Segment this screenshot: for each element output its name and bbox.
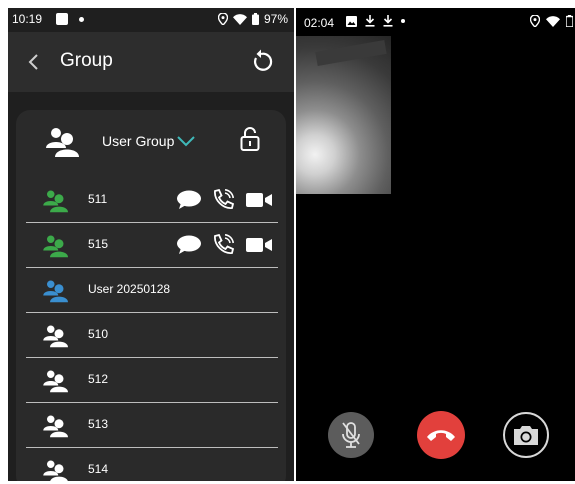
- group-card: User Group 511 515 User 20250128 510 512 513 5…: [16, 110, 286, 481]
- location-icon: [530, 15, 540, 27]
- status-time: 10:19: [12, 12, 43, 26]
- group-screen: 10:19 97% Group User Group 511 515 User …: [8, 8, 294, 481]
- location-icon: [217, 13, 228, 25]
- status-time: 02:04: [304, 16, 335, 30]
- mic-off-icon: [342, 422, 360, 448]
- hangup-icon: [427, 430, 455, 441]
- member-name: 514: [88, 462, 109, 476]
- switch-camera-button[interactable]: [503, 412, 549, 458]
- wifi-icon: [546, 15, 560, 27]
- voice-call-icon[interactable]: [212, 189, 236, 211]
- member-icon: [43, 460, 68, 481]
- group-icon: [46, 128, 79, 157]
- mute-button[interactable]: [328, 412, 374, 458]
- chevron-down-icon[interactable]: [176, 134, 196, 148]
- video-call-screen: 02:04: [296, 8, 575, 481]
- member-icon: [43, 235, 68, 258]
- member-icon: [43, 415, 68, 438]
- page-title: Group: [60, 50, 113, 71]
- battery-icon: [566, 15, 573, 27]
- local-video-preview[interactable]: [296, 36, 391, 194]
- member-name: 515: [88, 237, 109, 251]
- chat-icon[interactable]: [176, 235, 202, 255]
- status-bar: 10:19 97%: [8, 8, 294, 32]
- back-icon[interactable]: [22, 50, 46, 74]
- battery-icon: [251, 13, 259, 25]
- app-bar: Group: [8, 32, 294, 92]
- member-row[interactable]: 510: [26, 313, 278, 358]
- chat-icon[interactable]: [176, 190, 202, 210]
- member-name: 513: [88, 417, 109, 431]
- group-header[interactable]: User Group: [16, 110, 286, 170]
- image-icon: [346, 15, 357, 27]
- member-row[interactable]: 511: [26, 178, 278, 223]
- download-icon: [383, 15, 393, 27]
- member-actions: [176, 234, 272, 256]
- notification-icon: [56, 13, 68, 25]
- status-right: [530, 15, 573, 27]
- dot-icon: [401, 19, 405, 23]
- member-row[interactable]: 513: [26, 403, 278, 448]
- battery-percent: 97%: [263, 12, 288, 26]
- group-name: User Group: [102, 133, 175, 149]
- member-row[interactable]: 514: [26, 448, 278, 481]
- camera-switch-icon: [514, 426, 538, 445]
- member-icon: [43, 370, 68, 393]
- status-bar: 02:04: [296, 8, 575, 34]
- member-icon: [43, 280, 68, 303]
- lock-icon[interactable]: [240, 127, 260, 151]
- member-name: 510: [88, 327, 109, 341]
- member-icon: [43, 190, 68, 213]
- member-row[interactable]: 512: [26, 358, 278, 403]
- member-name: User 20250128: [88, 282, 171, 296]
- preview-shadow: [315, 40, 387, 66]
- download-icon: [365, 15, 375, 27]
- hangup-button[interactable]: [417, 411, 465, 459]
- member-row[interactable]: User 20250128: [26, 268, 278, 313]
- member-icon: [43, 325, 68, 348]
- video-call-icon[interactable]: [246, 192, 272, 208]
- status-notifications: [346, 15, 405, 27]
- member-name: 511: [88, 192, 108, 206]
- video-call-icon[interactable]: [246, 237, 272, 253]
- dot-icon: [79, 17, 84, 22]
- voice-call-icon[interactable]: [212, 234, 236, 256]
- refresh-icon[interactable]: [248, 48, 274, 74]
- wifi-icon: [232, 13, 247, 25]
- member-name: 512: [88, 372, 109, 386]
- status-right: 97%: [217, 12, 288, 26]
- member-row[interactable]: 515: [26, 223, 278, 268]
- member-actions: [176, 189, 272, 211]
